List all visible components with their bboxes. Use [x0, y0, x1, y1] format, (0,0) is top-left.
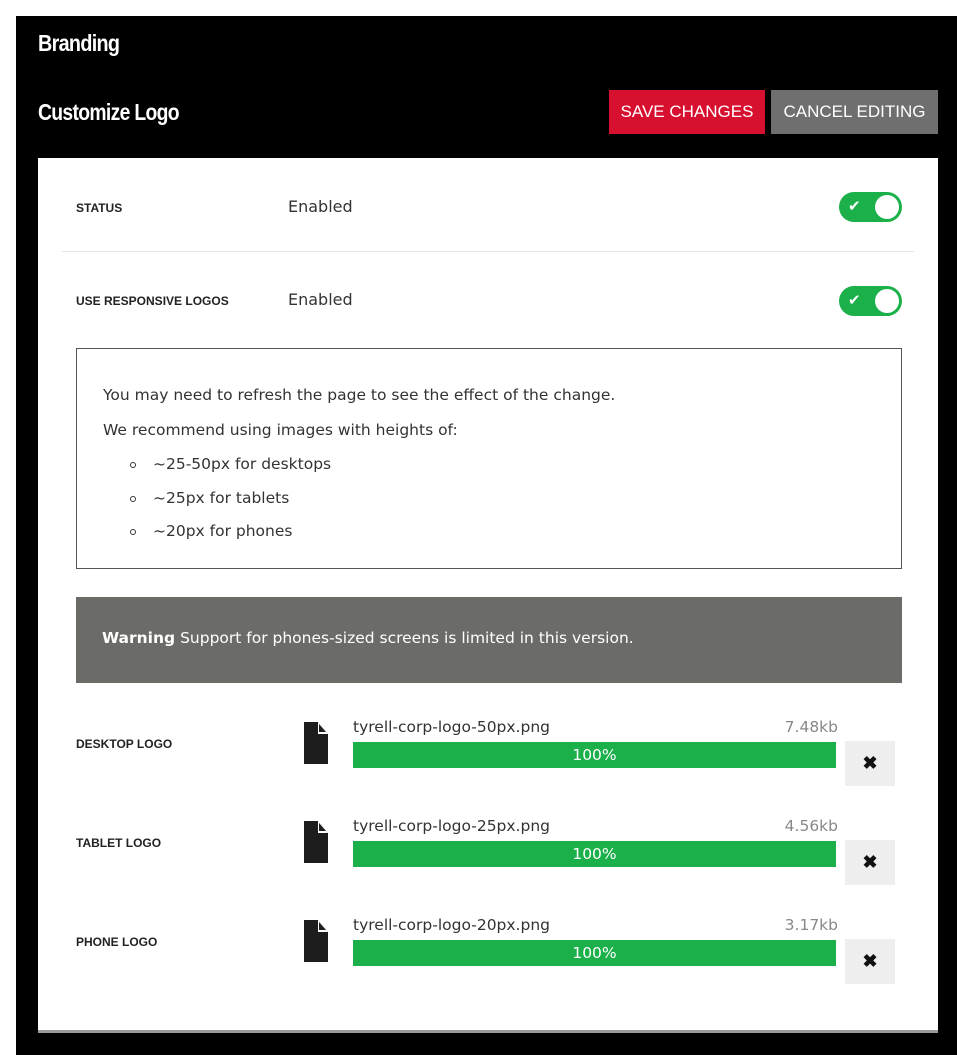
status-value: Enabled [288, 197, 353, 216]
remove-desktop-logo-button[interactable]: ✖ [845, 741, 895, 786]
toggle-knob [875, 195, 899, 219]
list-item: ~25px for tablets [127, 482, 901, 516]
responsive-logos-toggle[interactable]: ✔ [839, 286, 902, 316]
phone-logo-filesize: 3.17kb [784, 916, 838, 934]
desktop-logo-filesize: 7.48kb [784, 718, 838, 736]
close-icon: ✖ [862, 951, 878, 971]
bullet-icon [130, 462, 136, 468]
bullet-icon [130, 529, 136, 535]
recommend-list: ~25-50px for desktops ~25px for tablets … [127, 448, 901, 549]
info-box: You may need to refresh the page to see … [76, 348, 902, 569]
branding-frame: Branding Customize Logo SAVE CHANGES CAN… [16, 16, 957, 1055]
close-icon: ✖ [862, 852, 878, 872]
section-title: Customize Logo [38, 99, 180, 125]
progress-text: 100% [572, 746, 617, 764]
warning-text: Support for phones-sized screens is limi… [175, 629, 634, 647]
list-item: ~20px for phones [127, 515, 901, 549]
responsive-logos-value: Enabled [288, 290, 353, 309]
tablet-logo-label: TABLET LOGO [76, 836, 162, 850]
close-icon: ✖ [862, 753, 878, 773]
phone-logo-label: PHONE LOGO [76, 935, 158, 949]
save-changes-button[interactable]: SAVE CHANGES [609, 90, 765, 134]
cancel-editing-button[interactable]: CANCEL EDITING [771, 90, 938, 134]
status-toggle[interactable]: ✔ [839, 192, 902, 222]
tablet-logo-filesize: 4.56kb [784, 817, 838, 835]
warning-label: Warning [102, 629, 176, 647]
status-row: STATUS Enabled ✔ [62, 158, 914, 252]
progress-text: 100% [572, 944, 617, 962]
bullet-icon [130, 495, 136, 502]
page-title: Branding [38, 30, 120, 56]
info-recommend-text: We recommend using images with heights o… [103, 421, 458, 439]
info-refresh-text: You may need to refresh the page to see … [103, 386, 616, 404]
remove-tablet-logo-button[interactable]: ✖ [845, 840, 895, 885]
phone-logo-filename: tyrell-corp-logo-20px.png [353, 916, 550, 934]
tablet-logo-row: TABLET LOGO tyrell-corp-logo-25px.png 4.… [76, 815, 902, 885]
desktop-logo-label: DESKTOP LOGO [76, 737, 173, 751]
toggle-knob [875, 289, 899, 313]
remove-phone-logo-button[interactable]: ✖ [845, 939, 895, 984]
check-icon: ✔ [848, 291, 861, 309]
progress-text: 100% [572, 845, 617, 863]
phone-logo-row: PHONE LOGO tyrell-corp-logo-20px.png 3.1… [76, 914, 902, 984]
tablet-logo-progress: 100% [353, 841, 836, 867]
file-icon [304, 722, 328, 764]
tablet-logo-filename: tyrell-corp-logo-25px.png [353, 817, 550, 835]
file-icon [304, 920, 328, 962]
desktop-logo-filename: tyrell-corp-logo-50px.png [353, 718, 550, 736]
file-icon [304, 821, 328, 863]
logo-settings-panel: STATUS Enabled ✔ USE RESPONSIVE LOGOS En… [38, 158, 938, 1033]
responsive-logos-row: USE RESPONSIVE LOGOS Enabled ✔ [62, 253, 914, 347]
list-item: ~25-50px for desktops [127, 448, 901, 482]
desktop-logo-progress: 100% [353, 742, 836, 768]
status-label: STATUS [76, 201, 123, 215]
phone-logo-progress: 100% [353, 940, 836, 966]
desktop-logo-row: DESKTOP LOGO tyrell-corp-logo-50px.png 7… [76, 716, 902, 786]
check-icon: ✔ [848, 197, 861, 215]
responsive-logos-label: USE RESPONSIVE LOGOS [76, 294, 229, 308]
warning-banner: Warning Support for phones-sized screens… [76, 597, 902, 683]
